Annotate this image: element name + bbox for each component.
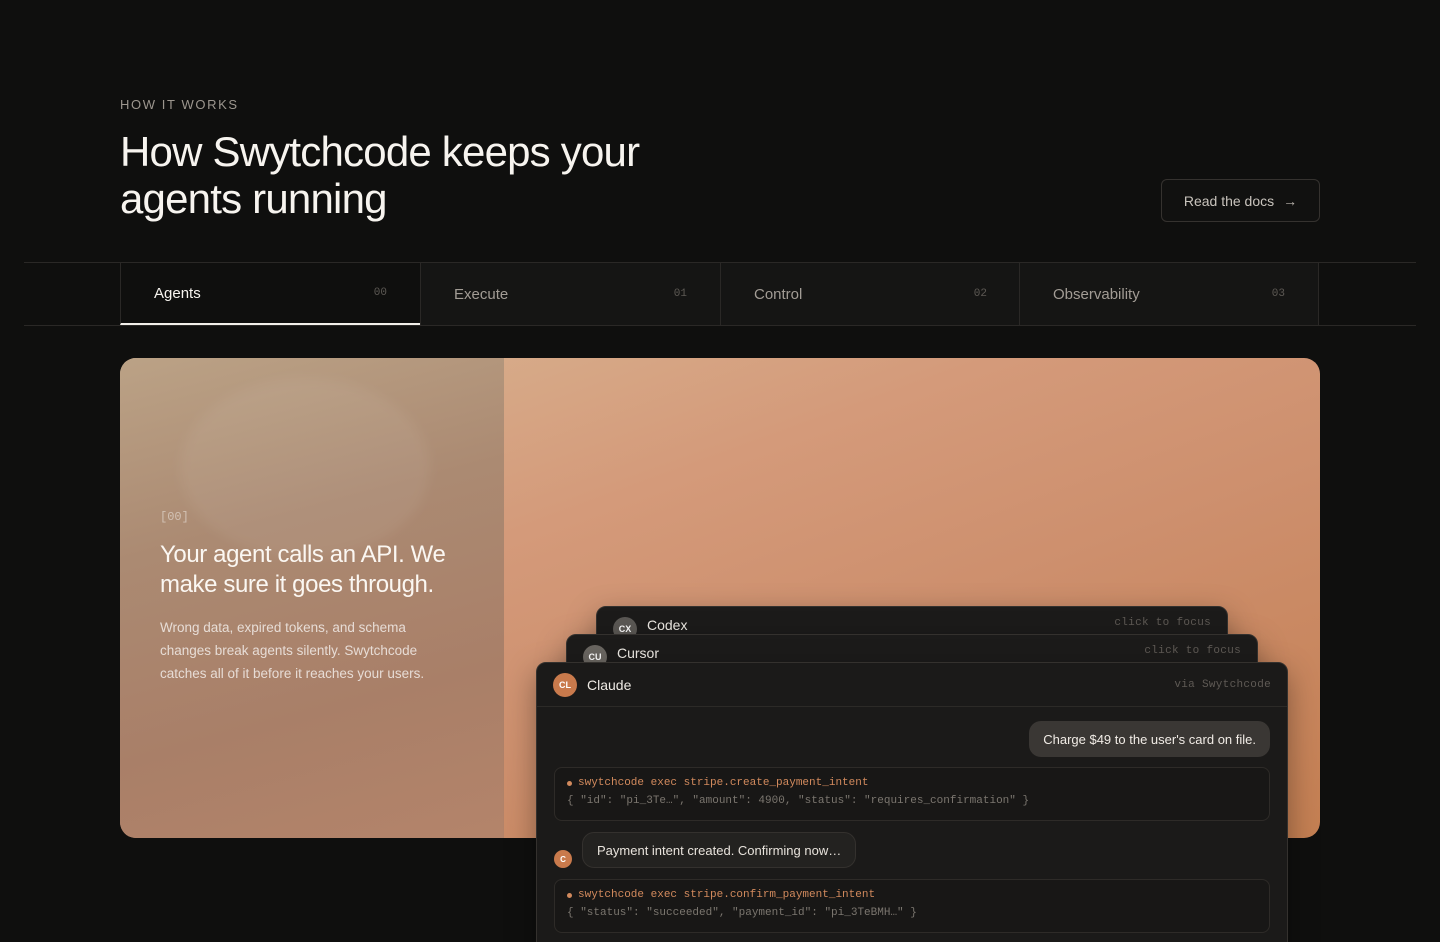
read-docs-label: Read the docs <box>1183 192 1275 209</box>
tab-label: Observability <box>1053 285 1140 303</box>
tool-call: swytchcode exec stripe.confirm_payment_i… <box>554 879 1270 933</box>
card-name: Codex <box>647 617 688 633</box>
section-title: How Swytchcode keeps your agents running <box>120 128 640 222</box>
tab-number: 00 <box>373 287 387 299</box>
tool-call: swytchcode exec stripe.create_payment_in… <box>554 767 1270 821</box>
tab-observability[interactable]: Observability 03 <box>1019 263 1319 325</box>
tool-command: swytchcode exec stripe.confirm_payment_i… <box>567 889 1257 901</box>
tab-number: 02 <box>973 288 987 300</box>
card-hint: via Swytchcode <box>1174 678 1271 691</box>
card-name: Claude <box>587 676 632 693</box>
tool-result: { "status": "succeeded", "payment_id": "… <box>567 907 917 919</box>
tab-number: 03 <box>1271 288 1285 300</box>
assistant-message: Payment intent created. Confirming now… <box>582 832 857 868</box>
agent-card-claude[interactable]: CL Claude via Swytchcode Charge $49 to t… <box>536 662 1288 942</box>
tab-number: 01 <box>673 288 687 300</box>
tab-control[interactable]: Control 02 <box>720 263 1020 325</box>
section-eyebrow: HOW IT WORKS <box>120 97 239 112</box>
claude-avatar: CL <box>553 672 577 697</box>
hero-heading: Your agent calls an API. We make sure it… <box>160 541 446 598</box>
assistant-avatar: C <box>554 850 572 868</box>
status-dot-icon <box>567 780 572 786</box>
card-hint: click to focus <box>1144 645 1241 657</box>
status-dot-icon <box>567 892 572 898</box>
feature-tabs: Agents 00 Execute 01 Control 02 Observab… <box>24 262 1416 326</box>
tool-result: { "id": "pi_3Te…", "amount": 4900, "stat… <box>567 795 1030 807</box>
card-hint: click to focus <box>1114 617 1211 629</box>
tab-agents[interactable]: Agents 00 <box>120 263 420 325</box>
hero-text-panel: [00] Your agent calls an API. We make su… <box>120 358 504 838</box>
card-name: Cursor <box>617 645 660 661</box>
hero-body: Wrong data, expired tokens, and schema c… <box>160 620 425 681</box>
tool-command: swytchcode exec stripe.create_payment_in… <box>567 777 1257 789</box>
tab-label: Agents <box>154 284 201 302</box>
decorative-blob <box>180 378 430 558</box>
card-header: CL Claude via Swytchcode <box>537 663 1287 707</box>
tool-command-text: swytchcode exec stripe.create_payment_in… <box>578 777 869 789</box>
assistant-message-row: C Payment intent created. Confirming now… <box>554 832 857 868</box>
arrow-right-icon: → <box>1283 192 1298 209</box>
tab-label: Execute <box>454 285 509 303</box>
tab-execute[interactable]: Execute 01 <box>420 263 720 325</box>
hero-step-code: [00] <box>160 510 189 524</box>
read-docs-button[interactable]: Read the docs → <box>1161 179 1320 222</box>
user-message: Charge $49 to the user's card on file. <box>1029 721 1270 757</box>
tool-command-text: swytchcode exec stripe.confirm_payment_i… <box>578 889 876 901</box>
tab-label: Control <box>754 285 803 303</box>
